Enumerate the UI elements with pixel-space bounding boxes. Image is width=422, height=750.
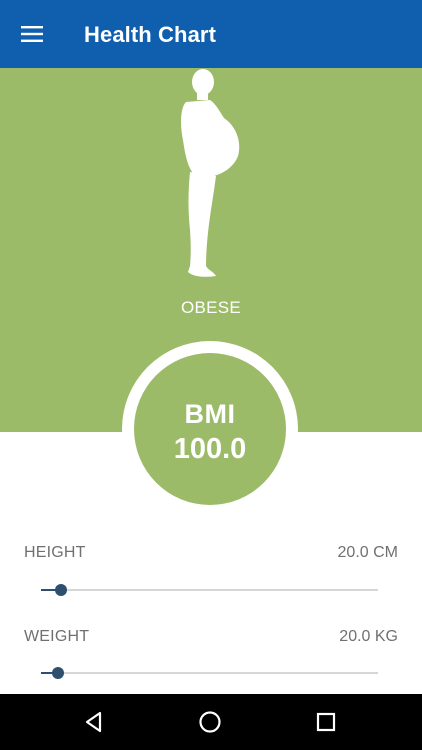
obese-person-silhouette-icon <box>181 69 240 277</box>
app-title: Health Chart <box>84 22 216 47</box>
system-navigation-bar <box>0 694 422 750</box>
weight-slider[interactable] <box>41 667 378 679</box>
app-bar: Health Chart <box>0 0 422 68</box>
bmi-category-label: OBESE <box>180 298 242 317</box>
height-label: HEIGHT <box>24 544 86 561</box>
hamburger-menu-icon[interactable] <box>16 18 48 50</box>
weight-slider-thumb[interactable] <box>51 667 64 679</box>
weight-label: WEIGHT <box>24 628 90 645</box>
height-slider-section: HEIGHT 20.0 CM <box>24 544 398 604</box>
height-slider[interactable] <box>41 584 378 596</box>
back-triangle-icon[interactable] <box>78 706 110 738</box>
height-slider-thumb[interactable] <box>55 584 68 596</box>
bmi-label: BMI <box>184 399 236 429</box>
height-value: 20.0 CM <box>337 544 398 561</box>
home-circle-icon[interactable] <box>194 706 226 738</box>
weight-slider-section: WEIGHT 20.0 KG <box>24 628 398 688</box>
app-screen: Health Chart OBESE BMI 100.0 HEIGHT 20.0… <box>0 0 422 750</box>
recents-square-icon[interactable] <box>310 706 342 738</box>
bmi-indicator: BMI 100.0 <box>134 353 286 505</box>
bmi-value: 100.0 <box>173 433 247 465</box>
weight-value: 20.0 KG <box>339 628 398 645</box>
